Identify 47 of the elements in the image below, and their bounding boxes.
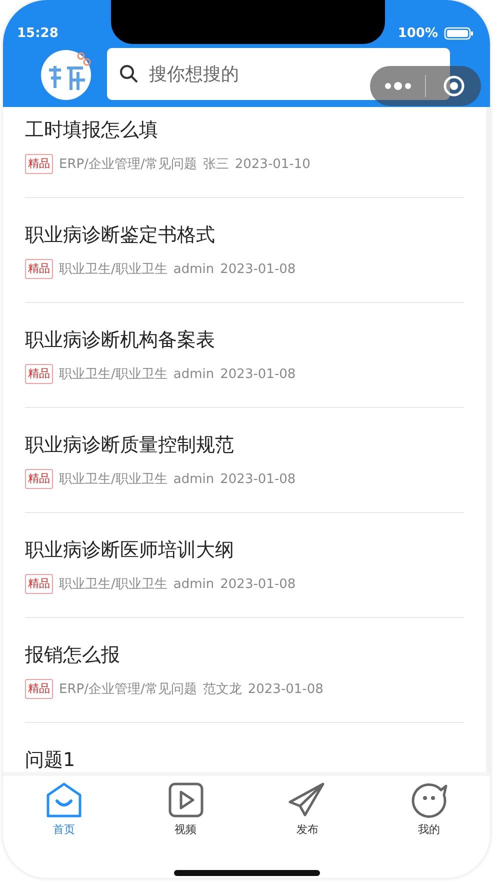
- chat-face-icon: [410, 782, 448, 818]
- article-author: 范文龙: [202, 681, 242, 698]
- article-category: 职业卫生/职业卫生: [59, 366, 168, 383]
- video-icon: [168, 782, 204, 818]
- tab[interactable]: 我的: [368, 780, 490, 840]
- article-title[interactable]: 职业病诊断机构备案表: [25, 327, 215, 353]
- status-time: 15:28: [17, 26, 58, 40]
- article-title[interactable]: 职业病诊断医师培训大纲: [25, 537, 234, 563]
- home-icon: [44, 782, 83, 818]
- quality-tag: 精品: [25, 574, 53, 594]
- article-category: 职业卫生/职业卫生: [59, 576, 168, 593]
- article-category: ERP/企业管理/常见问题: [59, 156, 197, 173]
- article-author: admin: [173, 576, 214, 592]
- quality-tag: 精品: [25, 364, 53, 384]
- quality-tag: 精品: [25, 259, 53, 279]
- article-date: 2023-01-08: [220, 576, 296, 592]
- article-date: 2023-01-08: [220, 472, 296, 486]
- battery-level: 100%: [398, 26, 438, 40]
- target-icon: [442, 75, 464, 97]
- search-field[interactable]: 搜你想搜的: [107, 48, 450, 100]
- tab[interactable]: 视频: [124, 780, 246, 840]
- article-category: 职业卫生/职业卫生: [59, 261, 168, 278]
- tab[interactable]: 首页: [3, 780, 125, 840]
- more-icon: [384, 81, 412, 91]
- article-category: ERP/企业管理/常见问题: [59, 681, 197, 698]
- battery-icon: [444, 26, 474, 40]
- article-author: admin: [173, 472, 214, 486]
- article-title[interactable]: 报销怎么报: [25, 642, 120, 668]
- paper-plane-icon: [288, 782, 326, 818]
- article-author: admin: [173, 366, 214, 382]
- search-placeholder: 搜你想搜的: [149, 63, 239, 86]
- article-title[interactable]: 工时填报怎么填: [25, 117, 158, 143]
- article-author: admin: [173, 262, 214, 276]
- quality-tag: 精品: [25, 469, 53, 489]
- tab[interactable]: 发布: [246, 780, 368, 840]
- article-author: 张三: [202, 156, 229, 173]
- quality-tag: 精品: [25, 679, 53, 699]
- article-title[interactable]: 职业病诊断鉴定书格式: [25, 222, 215, 248]
- article-category: 职业卫生/职业卫生: [59, 471, 168, 488]
- article-title[interactable]: 问题1: [25, 747, 76, 772]
- article-title[interactable]: 职业病诊断质量控制规范: [25, 432, 234, 458]
- quality-tag: 精品: [25, 154, 53, 174]
- search-icon: [119, 64, 139, 84]
- article-date: 2023-01-08: [220, 262, 296, 276]
- article-date: 2023-01-08: [220, 366, 296, 382]
- article-date: 2023-01-08: [248, 682, 324, 696]
- article-date: 2023-01-10: [234, 156, 310, 172]
